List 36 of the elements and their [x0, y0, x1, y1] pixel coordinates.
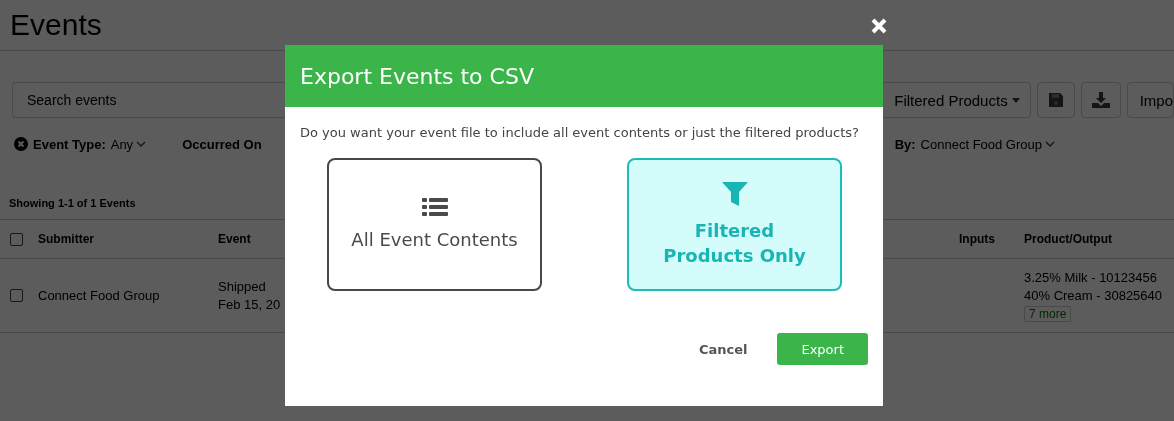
- chevron-down-icon: [1045, 141, 1055, 147]
- filter-label: Occurred On: [182, 136, 262, 152]
- import-button[interactable]: Impo: [1126, 82, 1174, 118]
- column-header: Submitter: [38, 232, 94, 246]
- row-checkbox[interactable]: [10, 289, 23, 302]
- dialog-message: Do you want your event file to include all event contents or just the filtered products?: [300, 125, 860, 140]
- filter-label: By:: [894, 136, 916, 152]
- product-line: 3.25% Milk - 10123456: [1024, 269, 1157, 285]
- column-header: Event: [218, 232, 251, 246]
- column-header: Product/Output: [1024, 232, 1112, 246]
- export-button[interactable]: Export: [777, 333, 868, 365]
- filter-label: Event Type:: [33, 136, 106, 152]
- filter-dropdown[interactable]: Connect Food Group: [920, 136, 1055, 152]
- caret-icon: [1011, 97, 1020, 103]
- product-line: 40% Cream - 30825640: [1024, 287, 1163, 303]
- results-summary: Showing 1-1 of 1 Events: [9, 197, 136, 211]
- remove-filter-icon[interactable]: [14, 137, 28, 151]
- more-tag[interactable]: 7 more: [1024, 305, 1072, 322]
- filter-dropdown[interactable]: Any: [110, 136, 147, 152]
- filter-icon: [721, 181, 748, 208]
- save-button[interactable]: [1036, 82, 1075, 118]
- chevron-down-icon: [136, 141, 147, 147]
- page-title: Events: [10, 8, 102, 42]
- list-icon: [421, 197, 448, 217]
- table-cell: Connect Food Group: [38, 288, 160, 303]
- cancel-button[interactable]: Cancel: [698, 333, 748, 365]
- export-option[interactable]: All Event Contents: [327, 158, 542, 291]
- export-option[interactable]: Filtered Products Only: [627, 158, 842, 291]
- dialog-title: Export Events to CSV: [300, 63, 534, 89]
- download-button[interactable]: [1080, 82, 1121, 118]
- close-icon[interactable]: [870, 17, 888, 35]
- select-all-checkbox[interactable]: [10, 232, 23, 246]
- table-cell: Shipped: [218, 279, 266, 294]
- download-icon: [1091, 92, 1110, 108]
- column-header: Inputs: [959, 232, 995, 246]
- table-cell: Feb 15, 20: [218, 297, 281, 312]
